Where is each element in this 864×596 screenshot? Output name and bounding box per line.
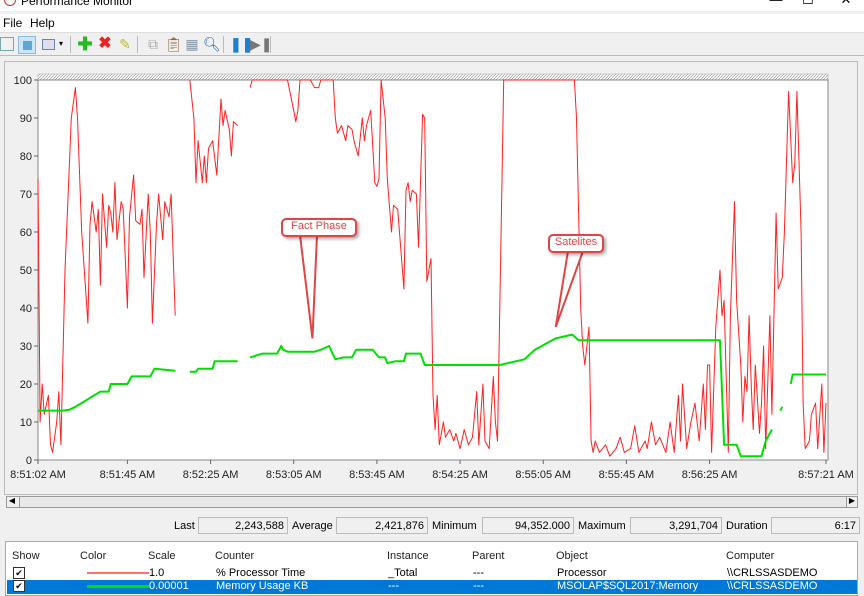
y-tick-label: 10 xyxy=(20,417,32,429)
y-tick-label: 90 xyxy=(20,113,32,125)
y-tick-label: 80 xyxy=(20,151,32,163)
last-value: 2,243,588 xyxy=(198,517,288,534)
counter-cell: Memory Usage KB xyxy=(216,580,309,592)
y-tick-label: 0 xyxy=(26,455,32,467)
minimum-label: Minimum xyxy=(432,520,477,532)
average-value: 2,421,876 xyxy=(336,517,428,534)
column-header-computer[interactable]: Computer xyxy=(726,550,774,562)
x-tick-label: 8:57:21 AM xyxy=(798,469,854,481)
scrollbar-thumb[interactable] xyxy=(19,497,847,507)
y-tick-label: 30 xyxy=(20,341,32,353)
x-tick-label: 8:51:45 AM xyxy=(100,469,156,481)
column-header-parent[interactable]: Parent xyxy=(472,550,504,562)
maximum-value: 3,291,704 xyxy=(630,517,722,534)
object-cell: MSOLAP$SQL2017:Memory xyxy=(557,580,699,592)
counter-legend-table: Show Color Scale Counter Instance Parent… xyxy=(5,541,858,596)
object-cell: Processor xyxy=(557,567,607,579)
y-tick-label: 40 xyxy=(20,303,32,315)
annotation-satelites: Satelites xyxy=(548,234,604,253)
x-tick-label: 8:53:45 AM xyxy=(349,469,405,481)
computer-cell: \\CRLSSASDEMO xyxy=(727,567,818,579)
scroll-right-arrow-icon[interactable]: ▶ xyxy=(847,496,857,505)
maximum-label: Maximum xyxy=(578,520,626,532)
annotation-fact-phase: Fact Phase xyxy=(281,218,357,237)
time-band xyxy=(37,73,829,81)
scale-cell: 1.0 xyxy=(149,567,165,579)
color-swatch xyxy=(87,585,149,588)
y-tick-label: 20 xyxy=(20,379,32,391)
table-row[interactable]: ✔ 1.0 % Processor Time _Total --- Proces… xyxy=(7,567,857,580)
parent-cell: --- xyxy=(473,567,484,579)
column-header-counter[interactable]: Counter xyxy=(215,550,254,562)
show-checkbox[interactable]: ✔ xyxy=(13,567,25,579)
duration-value: 6:17 xyxy=(771,517,860,534)
parent-cell: --- xyxy=(473,580,484,592)
column-header-show[interactable]: Show xyxy=(12,550,40,562)
column-header-color[interactable]: Color xyxy=(80,550,106,562)
column-header-instance[interactable]: Instance xyxy=(387,550,429,562)
y-tick-label: 50 xyxy=(20,265,32,277)
x-tick-label: 8:52:25 AM xyxy=(183,469,239,481)
y-tick-label: 60 xyxy=(20,227,32,239)
line-chart: 0 10 20 30 40 50 60 70 80 90 100 8:51:02 AM 8:51:45… xyxy=(10,73,854,481)
minimum-value: 94,352.000 xyxy=(482,517,574,534)
last-label: Last xyxy=(174,520,195,532)
y-tick-label: 70 xyxy=(20,189,32,201)
x-tick-label: 8:55:05 AM xyxy=(515,469,571,481)
average-label: Average xyxy=(292,520,333,532)
instance-cell: _Total xyxy=(388,567,418,579)
x-tick-label: 8:53:05 AM xyxy=(266,469,322,481)
duration-label: Duration xyxy=(726,520,768,532)
counter-cell: % Processor Time xyxy=(216,567,306,579)
column-header-scale[interactable]: Scale xyxy=(148,550,176,562)
show-checkbox[interactable]: ✔ xyxy=(13,580,25,592)
computer-cell: \\CRLSSASDEMO xyxy=(727,580,818,592)
x-tick-label: 8:55:45 AM xyxy=(599,469,655,481)
color-swatch xyxy=(87,572,149,574)
instance-cell: --- xyxy=(388,580,399,592)
column-header-object[interactable]: Object xyxy=(556,550,588,562)
scroll-left-arrow-icon[interactable]: ◀ xyxy=(7,496,17,505)
time-scrollbar[interactable]: ◀ ▶ xyxy=(6,496,858,508)
table-row-selected[interactable]: ✔ 0.00001 Memory Usage KB --- --- MSOLAP… xyxy=(7,580,857,594)
y-tick-label: 100 xyxy=(14,75,32,87)
x-tick-label: 8:54:25 AM xyxy=(432,469,488,481)
x-tick-label: 8:51:02 AM xyxy=(10,469,66,481)
x-tick-label: 8:56:25 AM xyxy=(682,469,738,481)
scale-cell: 0.00001 xyxy=(149,580,189,592)
